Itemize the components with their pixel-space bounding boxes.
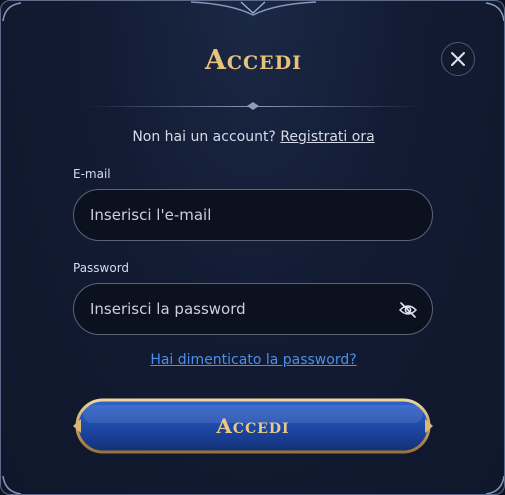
email-input[interactable] — [74, 190, 432, 240]
forgot-password-link[interactable]: Hai dimenticato la password? — [1, 352, 504, 368]
title-divider — [81, 102, 426, 110]
signup-prompt: Non hai un account? Registrati ora — [1, 129, 504, 145]
signup-prompt-text: Non hai un account? — [132, 129, 276, 145]
signup-link[interactable]: Registrati ora — [280, 129, 374, 145]
close-icon — [451, 52, 465, 66]
password-label: Password — [73, 261, 130, 275]
email-field-wrapper — [73, 189, 433, 241]
password-input[interactable] — [74, 284, 432, 334]
email-label: E-mail — [73, 167, 111, 181]
password-field-wrapper — [73, 283, 433, 335]
login-dialog: Accedi Non hai un account? Registrati or… — [0, 0, 505, 495]
login-button[interactable]: Accedi — [71, 397, 435, 455]
login-button-label: Accedi — [216, 414, 290, 438]
close-button[interactable] — [441, 42, 475, 76]
eye-off-icon[interactable] — [398, 300, 418, 320]
dialog-title: Accedi — [204, 45, 303, 76]
